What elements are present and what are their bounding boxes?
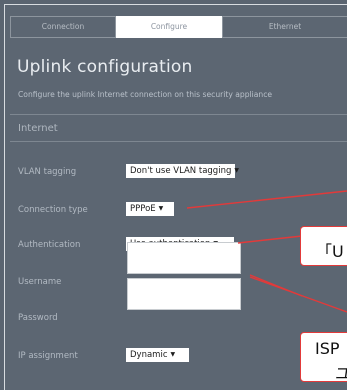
authentication-callout-text: 「U: [316, 242, 344, 261]
connection-type-leader-line: [186, 190, 347, 209]
isp-callout-line2: ユ: [335, 360, 347, 381]
authentication-callout: 「U: [300, 226, 347, 266]
authentication-leader-line: [237, 235, 303, 244]
isp-callout: ISP ユ: [300, 332, 347, 382]
screenshot: Connection Configure Ethernet Uplink con…: [0, 0, 347, 390]
isp-callout-line1: ISP: [315, 339, 340, 358]
credentials-leader-line-2: [249, 276, 347, 313]
annotation-lines: [186, 190, 347, 313]
